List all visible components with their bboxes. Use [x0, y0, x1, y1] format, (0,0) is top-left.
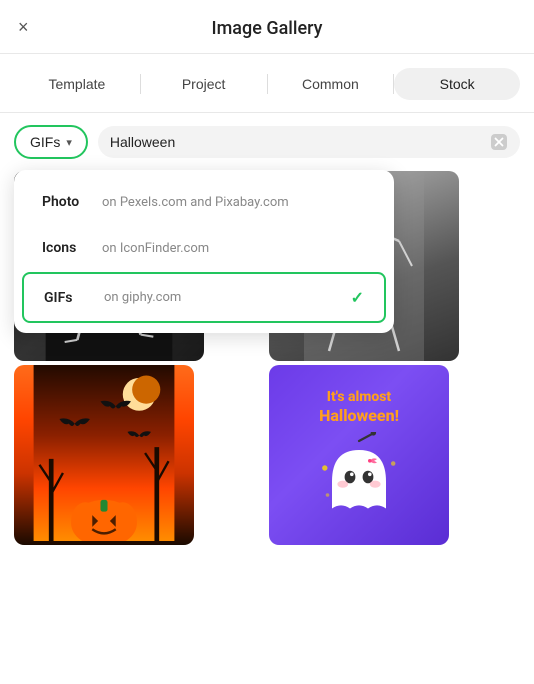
dialog-title: Image Gallery — [212, 18, 323, 39]
clear-icon — [490, 133, 508, 151]
dropdown-item-gifs[interactable]: GIFs on giphy.com ✓ — [22, 272, 386, 323]
dropdown-item-photo-name: Photo — [42, 194, 102, 210]
header: × Image Gallery — [0, 0, 534, 54]
dropdown-item-photo[interactable]: Photo on Pexels.com and Pixabay.com — [22, 180, 386, 224]
tab-stock[interactable]: Stock — [394, 68, 520, 100]
media-type-dropdown[interactable]: GIFs ▾ — [14, 125, 88, 159]
clear-search-button[interactable] — [490, 133, 508, 151]
search-box — [98, 126, 520, 158]
dropdown-item-gifs-name: GIFs — [44, 290, 104, 306]
tab-template[interactable]: Template — [14, 68, 140, 100]
dropdown-item-icons-desc: on IconFinder.com — [102, 241, 366, 256]
selected-checkmark-icon: ✓ — [351, 288, 364, 307]
image-item-ghost[interactable]: It's almost Halloween! — [269, 365, 449, 545]
close-button[interactable]: × — [18, 18, 29, 36]
chevron-down-icon: ▾ — [66, 136, 72, 149]
dropdown-item-gifs-desc: on giphy.com — [104, 290, 351, 305]
dropdown-item-icons[interactable]: Icons on IconFinder.com — [22, 226, 386, 270]
image-row-2: It's almost Halloween! — [14, 365, 520, 545]
image-item-bats[interactable] — [14, 365, 194, 545]
search-input[interactable] — [110, 134, 482, 150]
tab-project[interactable]: Project — [141, 68, 267, 100]
dropdown-label: GIFs — [30, 134, 60, 150]
dropdown-item-icons-name: Icons — [42, 240, 102, 256]
bats-svg — [14, 365, 194, 541]
dropdown-item-photo-desc: on Pexels.com and Pixabay.com — [102, 195, 366, 210]
close-icon: × — [18, 17, 29, 37]
tab-common[interactable]: Common — [268, 68, 394, 100]
search-row: GIFs ▾ — [0, 113, 534, 171]
ghost-svg — [314, 432, 404, 522]
ghost-card-text: It's almost Halloween! — [319, 388, 399, 427]
media-type-dropdown-menu: Photo on Pexels.com and Pixabay.com Icon… — [14, 170, 394, 333]
tabs-bar: Template Project Common Stock — [0, 54, 534, 113]
